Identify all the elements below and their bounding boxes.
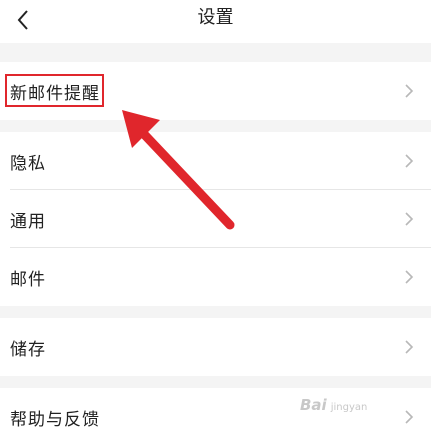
chevron-right-icon bbox=[405, 212, 414, 226]
watermark: Bai jingyan bbox=[300, 396, 367, 414]
settings-item-label: 储存 bbox=[10, 339, 46, 360]
chevron-right-icon bbox=[405, 340, 414, 354]
chevron-right-icon bbox=[405, 154, 414, 168]
highlight-box bbox=[5, 74, 104, 107]
chevron-right-icon bbox=[405, 410, 414, 424]
page-title: 设置 bbox=[197, 7, 234, 28]
settings-group-storage: 储存 bbox=[0, 318, 431, 376]
header-bar: 设置 bbox=[0, 0, 431, 43]
watermark-brand: Bai bbox=[300, 396, 327, 414]
watermark-site: jingyan bbox=[330, 402, 368, 413]
chevron-right-icon bbox=[405, 84, 414, 98]
settings-item-label: 隐私 bbox=[10, 153, 46, 174]
settings-item-label: 帮助与反馈 bbox=[10, 409, 100, 430]
settings-item-mail[interactable]: 邮件 bbox=[0, 248, 431, 306]
chevron-right-icon bbox=[405, 270, 414, 284]
annotation-arrow bbox=[122, 110, 235, 230]
settings-item-storage[interactable]: 储存 bbox=[0, 318, 431, 376]
settings-item-label: 邮件 bbox=[10, 269, 46, 290]
settings-item-label: 通用 bbox=[10, 211, 46, 232]
